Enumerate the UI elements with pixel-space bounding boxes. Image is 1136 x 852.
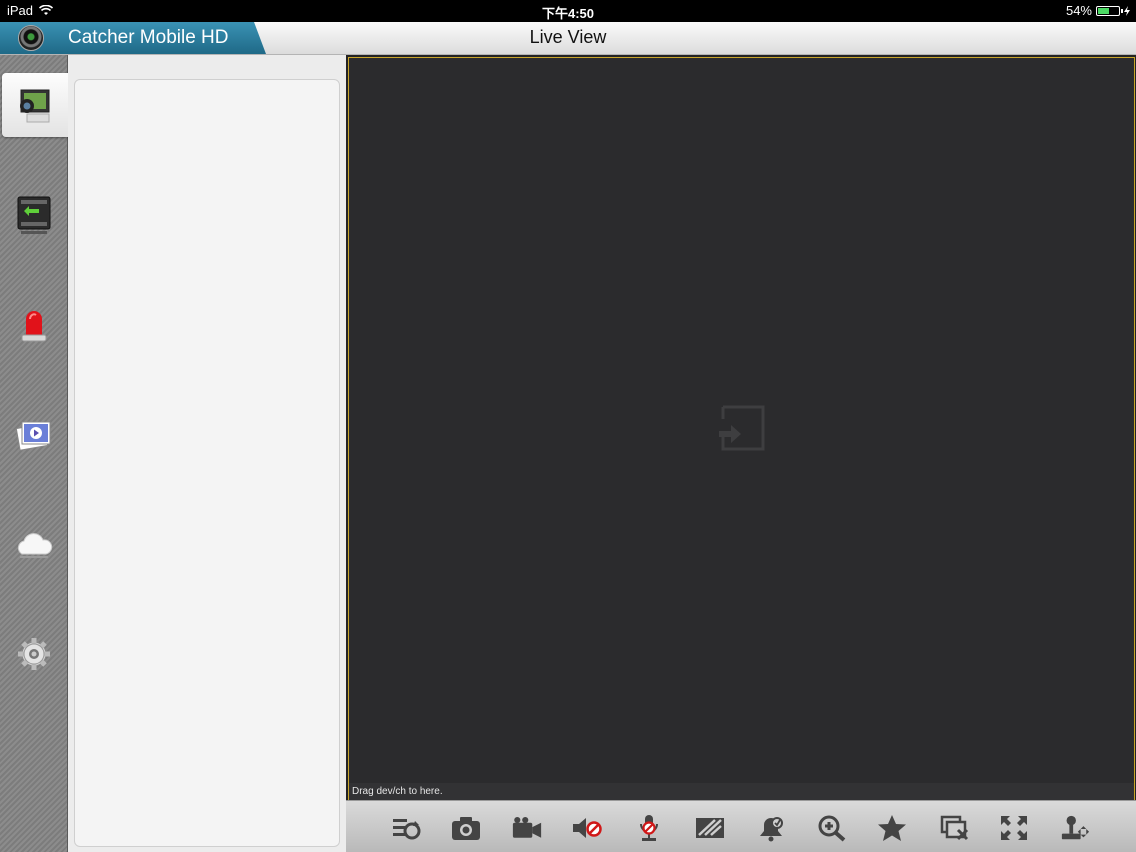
cloud-icon (17, 533, 53, 558)
zoom-in-icon (818, 815, 846, 842)
alarm-output-button[interactable] (756, 813, 786, 843)
quality-icon (696, 818, 724, 838)
main-navigation (0, 55, 68, 852)
device-list[interactable] (74, 79, 340, 847)
nav-item-playback[interactable] (2, 183, 66, 247)
clock: 下午4:50 (541, 6, 595, 21)
talk-button[interactable] (634, 813, 664, 843)
fullscreen-icon (1001, 816, 1027, 840)
nav-item-live-view[interactable] (2, 73, 68, 137)
control-toolbar (346, 800, 1136, 852)
zoom-button[interactable] (817, 813, 847, 843)
photo-video-icon (15, 421, 51, 451)
speaker-mute-icon (573, 818, 602, 838)
battery-percent: 54% (1065, 3, 1092, 18)
alarm-siren-icon (21, 311, 47, 342)
microphone-off-icon (640, 815, 658, 841)
page-title: Live View (529, 27, 607, 47)
charging-icon (1124, 5, 1130, 16)
ptz-joystick-icon (1061, 815, 1090, 840)
ptz-button[interactable] (1060, 813, 1090, 843)
gear-icon (18, 638, 50, 670)
audio-button[interactable] (572, 813, 602, 843)
favorite-button[interactable] (877, 813, 907, 843)
stream-switch-icon (393, 819, 421, 840)
film-playback-icon (17, 196, 51, 234)
device-panel (68, 55, 346, 852)
record-button[interactable] (512, 813, 542, 843)
nav-item-photos[interactable] (2, 403, 66, 467)
monitor-icon (20, 89, 50, 123)
stream-switch-button[interactable] (391, 813, 421, 843)
drag-hint: Drag dev/ch to here. (349, 783, 1134, 800)
header-bar: Catcher Mobile HD Live View (0, 22, 1136, 55)
battery-icon (1096, 5, 1123, 16)
nav-item-cloud[interactable] (2, 513, 66, 577)
star-icon (878, 815, 906, 841)
camera-icon (452, 817, 480, 840)
close-window-button[interactable] (940, 813, 970, 843)
drop-target-icon (719, 405, 765, 451)
bell-icon (760, 817, 783, 842)
video-camera-icon (512, 816, 542, 838)
video-window[interactable]: Drag dev/ch to here. (348, 57, 1135, 801)
quality-button[interactable] (695, 813, 725, 843)
fullscreen-button[interactable] (999, 813, 1029, 843)
close-window-icon (940, 815, 969, 841)
nav-item-alarm[interactable] (2, 293, 66, 357)
status-bar: iPad 下午4:50 54% (0, 0, 1136, 22)
video-area: Drag dev/ch to here. (346, 55, 1136, 801)
snapshot-button[interactable] (451, 813, 481, 843)
nav-item-settings[interactable] (2, 623, 66, 687)
